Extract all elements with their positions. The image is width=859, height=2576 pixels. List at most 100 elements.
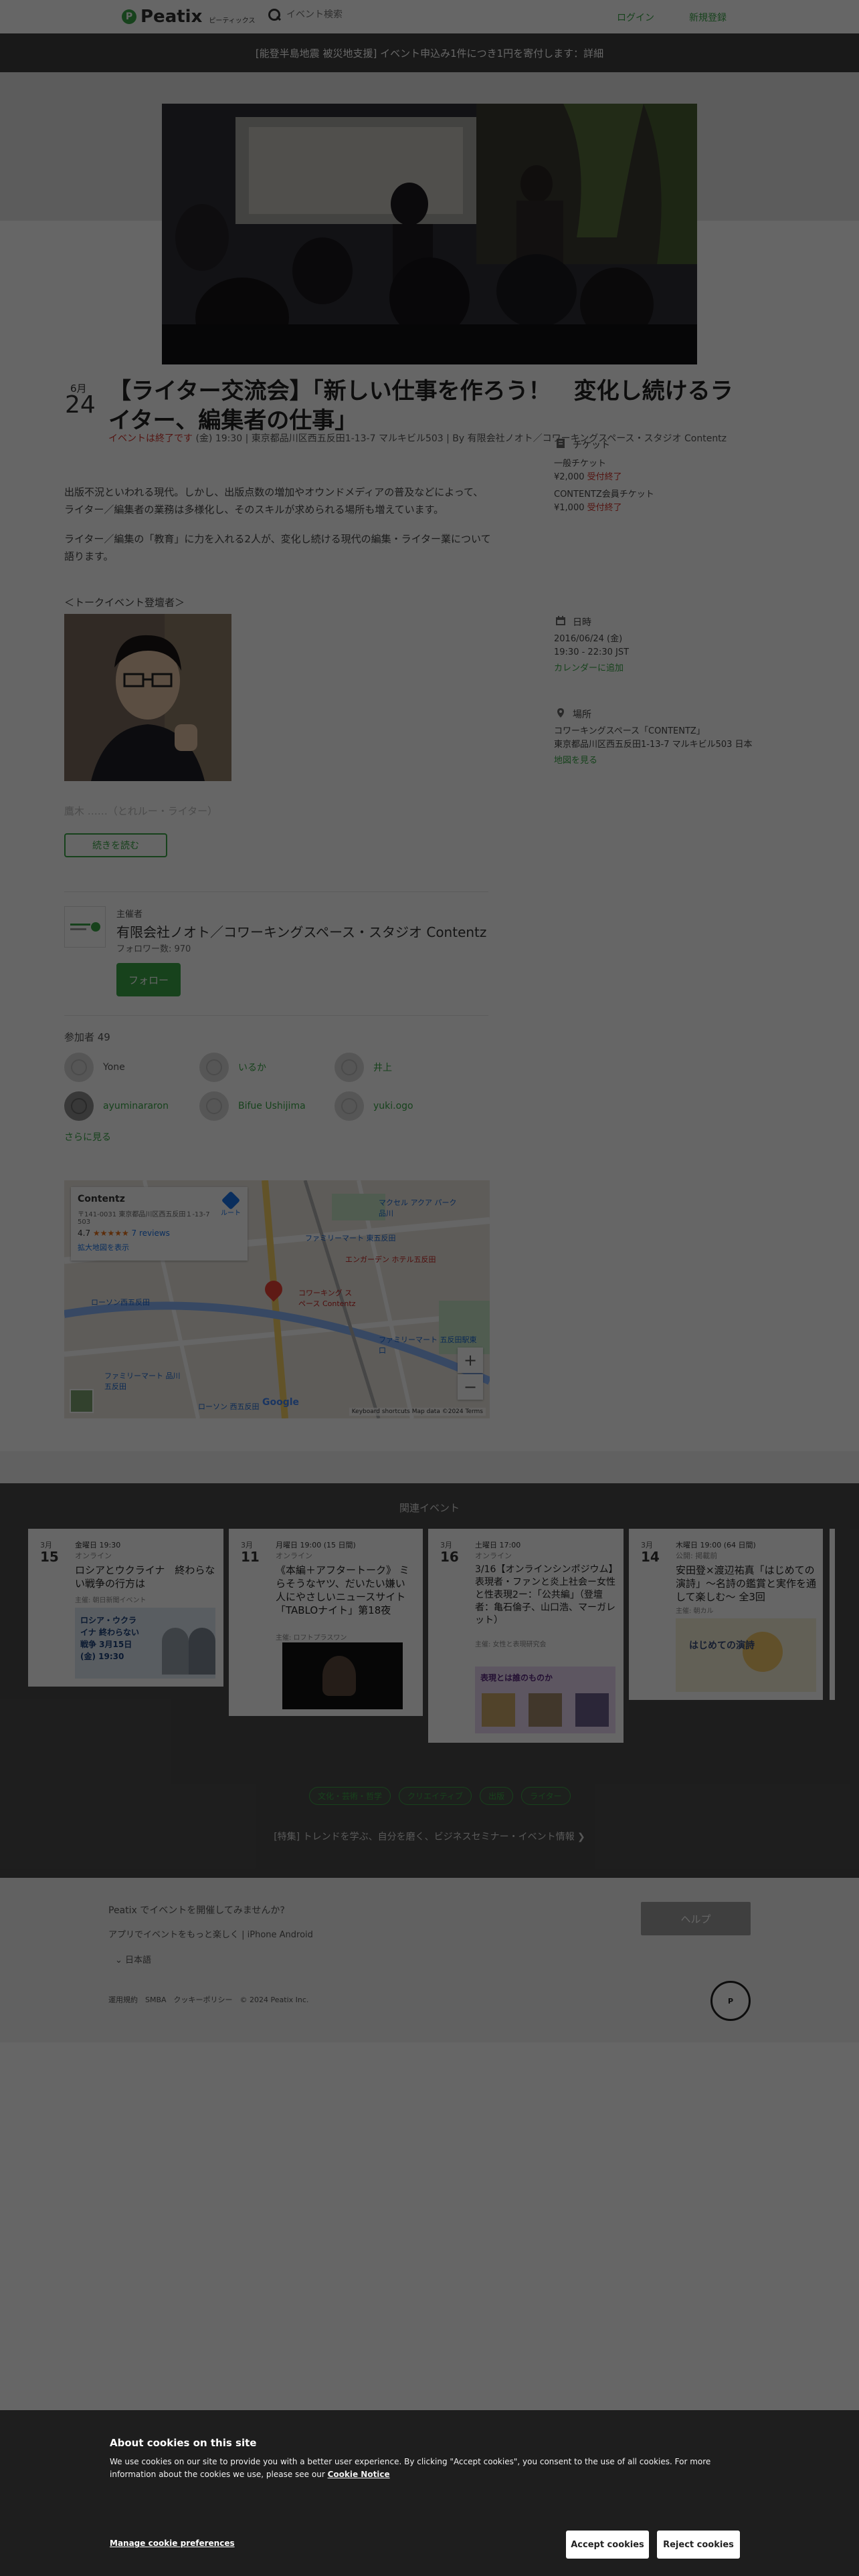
related-event-card[interactable]: 3月 16 土曜日 17:00 オンライン 3/16【オンラインシンポジウム】表… <box>428 1529 624 1743</box>
organizer-logo-icon <box>70 922 100 932</box>
see-more-attendees-link[interactable]: さらに見る <box>64 1130 111 1144</box>
add-to-calendar-link[interactable]: カレンダーに追加 <box>554 661 624 673</box>
card-when: 土曜日 17:00 <box>475 1541 521 1549</box>
tag-list: 文化・芸術・哲学 クリエイティブ 出版 ライター <box>309 1787 571 1805</box>
venue-info: コワーキングスペース「CONTENTZ」 東京都品川区西五反田1-13-7 マル… <box>554 725 753 752</box>
satellite-toggle[interactable] <box>70 1389 94 1413</box>
card-title: 《本編＋アフタートーク》 ミらそうなヤツ、だいたい嫌い 人にやさしいニュースサイ… <box>276 1564 415 1616</box>
ticket-heading: チケット <box>573 440 610 451</box>
avatar-placeholder-icon <box>335 1091 364 1121</box>
follow-button[interactable]: フォロー <box>116 963 181 996</box>
panelist-silhouette <box>162 1628 189 1675</box>
avatar-placeholder-icon <box>199 1053 229 1082</box>
speaker-photo <box>529 1693 562 1727</box>
directions-link[interactable]: ルート <box>221 1190 241 1217</box>
map-rating: 4.7 ★★★★★ 7 reviews <box>78 1228 241 1238</box>
peatix-logo[interactable]: P Peatix ピーティックス <box>122 7 255 27</box>
ticket-price: ¥1,000 <box>554 503 585 513</box>
venue-map[interactable]: エンガーデン ホテル五反田 コワーキング スペース Contentz ファミリー… <box>64 1180 490 1418</box>
card-organizer: 主催: 女性と表現研究会 <box>475 1641 547 1648</box>
avatar-placeholder-icon <box>335 1053 364 1082</box>
search-bar[interactable] <box>268 8 487 21</box>
event-title: 【ライター交流会】「新しい仕事を作ろう！ 変化し続けるライター、編集者の仕事」 <box>108 378 733 434</box>
attendee-item[interactable]: Bifue Ushijima <box>199 1091 306 1121</box>
card-day: 16 <box>440 1549 459 1565</box>
privacy-mark-logo: P <box>710 1981 751 2021</box>
manage-cookie-preferences-link[interactable]: Manage cookie preferences <box>110 2539 235 2548</box>
attendee-item[interactable]: ayuminararon <box>64 1091 169 1121</box>
cookie-notice-link[interactable]: Cookie Notice <box>328 2470 390 2479</box>
view-map-link[interactable]: 地図を見る <box>554 753 597 766</box>
card-where: オンライン <box>276 1551 312 1560</box>
ticket-status: 受付終了 <box>587 472 622 482</box>
map-address: 〒141-0031 東京都品川区西五反田１-13-7 <box>78 1211 210 1218</box>
card-where: オンライン <box>475 1551 512 1560</box>
attendee-item[interactable]: いるか <box>199 1053 266 1082</box>
tag-chip[interactable]: 出版 <box>480 1787 514 1805</box>
map-copyright[interactable]: Keyboard shortcuts Map data ©2024 Terms <box>349 1408 486 1416</box>
thumbnail-text: はじめての演詩 <box>689 1640 755 1651</box>
divider <box>64 891 488 892</box>
view-larger-map-link[interactable]: 拡大地図を表示 <box>78 1242 241 1253</box>
map-label: コワーキング スペース Contentz <box>298 1289 356 1308</box>
related-event-card[interactable]: 3月 14 木曜日 19:00 (64 日間) 公開: 掲載前 安田登×渡辺祐真… <box>629 1529 823 1700</box>
thumbnail-text: 表現とは誰のものか <box>480 1673 553 1683</box>
footer-links[interactable]: 運用規約 SMBA クッキーポリシー © 2024 Peatix Inc. <box>108 1994 308 2005</box>
read-more-button[interactable]: 続きを読む <box>64 833 167 857</box>
map-label: ファミリーマート 東五反田 <box>305 1234 396 1243</box>
event-time: 19:30 - 22:30 JST <box>554 647 630 657</box>
signup-link[interactable]: 新規登録 <box>689 11 727 24</box>
thumbnail-text: ロシア・ウクライナ 終わらない戦争 3月15日(金) 19:30 <box>80 1616 139 1661</box>
tag-chip[interactable]: クリエイティブ <box>399 1787 472 1805</box>
host-prompt[interactable]: Peatix でイベントを開催してみませんか? <box>108 1903 285 1917</box>
app-prompt[interactable]: アプリでイベントをもっと楽しく | iPhone Android <box>108 1927 313 1940</box>
search-icon[interactable] <box>268 8 281 21</box>
map-label: ローソン 西五反田 <box>198 1402 260 1411</box>
star-rating-icon: ★★★★★ <box>92 1228 129 1238</box>
map-label: ファミリーマート 品川五反田 <box>104 1372 181 1391</box>
organizer-name[interactable]: 有限会社ノオト／コワーキングスペース・スタジオ Contentz <box>116 922 486 941</box>
login-link[interactable]: ログイン <box>617 11 654 24</box>
card-thumbnail: ロシア・ウクライナ 終わらない戦争 3月15日(金) 19:30 <box>75 1608 215 1679</box>
event-day: 24 <box>65 391 96 419</box>
donation-banner[interactable]: [能登半島地震 被災地支援] イベント申込み1件につき1円を寄付します：詳細 <box>0 33 859 72</box>
cookie-body: We use cookies on our site to provide yo… <box>110 2457 711 2479</box>
attendee-item[interactable]: Yone <box>64 1053 125 1082</box>
calendar-icon <box>556 616 565 625</box>
event-cover-image <box>162 104 697 364</box>
card-when: 月曜日 19:00 (15 日間) <box>276 1541 356 1549</box>
zoom-out-button[interactable]: − <box>458 1374 483 1400</box>
card-day: 14 <box>641 1549 660 1565</box>
attendee-item[interactable]: yuki.ogo <box>335 1091 413 1121</box>
tag-chip[interactable]: 文化・芸術・哲学 <box>309 1787 391 1805</box>
accept-cookies-button[interactable]: Accept cookies <box>566 2531 649 2559</box>
attendee-name: 井上 <box>373 1063 392 1073</box>
card-where: オンライン <box>75 1551 112 1560</box>
related-event-card[interactable]: 3月 15 金曜日 19:30 オンライン ロシアとウクライナ 終わらない戦争の… <box>28 1529 223 1687</box>
related-events-title: 関連イベント <box>399 1502 460 1514</box>
attendee-name: いるか <box>238 1063 266 1073</box>
related-event-card[interactable]: 3月 11 月曜日 19:00 (15 日間) オンライン 《本編＋アフタートー… <box>229 1529 423 1716</box>
attendee-name: Bifue Ushijima <box>238 1101 306 1111</box>
attendee-item[interactable]: 井上 <box>335 1053 392 1082</box>
map-address-line2: 503 <box>78 1218 91 1226</box>
card-organizer: 主催: 朝カル <box>676 1608 714 1615</box>
help-button[interactable]: ヘルプ <box>641 1902 751 1935</box>
featured-link[interactable]: [特集] トレンドを学ぶ、自分を磨く、ビジネスセミナー・イベント情報 ❯ <box>0 1830 859 1843</box>
organizer-logo[interactable] <box>64 906 106 948</box>
language-selector[interactable]: ⌄ 日本語 <box>115 1953 151 1965</box>
tag-chip[interactable]: ライター <box>521 1787 571 1805</box>
related-carousel-next-edge[interactable] <box>830 1529 835 1700</box>
zoom-in-button[interactable]: + <box>458 1348 483 1373</box>
card-organizer: 主催: ロフトプラスワン <box>276 1634 347 1642</box>
attendees-count: 参加者 49 <box>64 1031 110 1043</box>
card-title: 安田登×渡辺祐真「はじめての演詩」〜名詩の鑑賞と実作を通して楽しむ〜 全3回 <box>676 1564 817 1603</box>
avatar-placeholder-icon <box>64 1053 94 1082</box>
place-heading: 場所 <box>573 710 591 720</box>
logo-text: Peatix <box>140 7 203 27</box>
reject-cookies-button[interactable]: Reject cookies <box>657 2531 740 2559</box>
speaker-portrait <box>64 614 231 781</box>
avatar <box>64 1091 94 1121</box>
search-input[interactable] <box>286 9 487 20</box>
map-reviews-link[interactable]: 7 reviews <box>132 1228 170 1238</box>
